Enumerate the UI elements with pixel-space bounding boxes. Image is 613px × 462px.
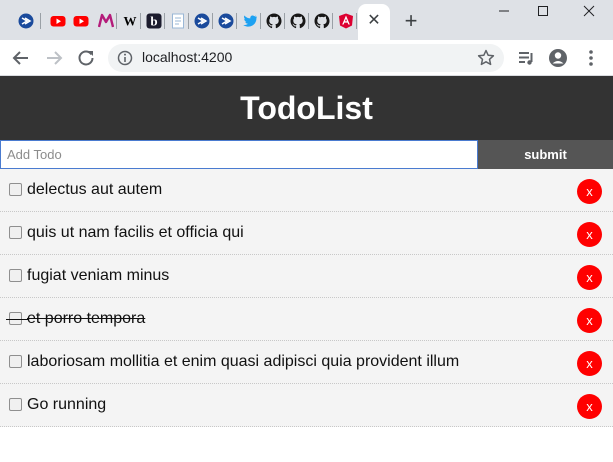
todo-title: quis ut nam facilis et officia qui [27,224,244,241]
page-title: TodoList [240,89,373,126]
tab-separator [40,13,41,29]
todo-title: et porro tempora [27,310,146,327]
delete-todo-button[interactable]: x [577,265,602,290]
delete-todo-button[interactable]: x [577,222,602,247]
chevron-circle-icon[interactable] [217,12,235,30]
tab-separator [356,13,357,29]
media-control-icon[interactable] [515,47,537,69]
todo-checkbox[interactable] [9,183,22,196]
b-logo-icon[interactable]: b [145,12,163,30]
todo-title: fugiat veniam minus [27,267,170,284]
todo-checkbox[interactable] [9,226,22,239]
github-icon[interactable] [265,12,283,30]
todo-title: laboriosam mollitia et enim quasi adipis… [27,353,460,370]
tab-separator [236,13,237,29]
angular-icon[interactable] [337,12,355,30]
tab-separator [140,13,141,29]
chevron-circle-icon[interactable] [17,12,35,30]
tab-separator [260,13,261,29]
new-tab-button[interactable]: + [400,9,422,33]
todo-checkbox[interactable] [9,269,22,282]
add-todo-form: submit [0,140,613,169]
tab-separator [116,13,117,29]
info-icon[interactable] [117,50,133,66]
reload-icon[interactable] [75,47,97,69]
twitter-icon[interactable] [241,12,259,30]
url-text[interactable]: localhost:4200 [142,49,232,65]
delete-todo-button[interactable]: x [577,308,602,333]
tab-separator [188,13,189,29]
todo-item: fugiat veniam minus x [0,255,613,298]
chevron-circle-icon[interactable] [193,12,211,30]
app-header: TodoList [0,76,613,140]
add-todo-input[interactable] [0,140,478,169]
document-icon[interactable] [169,12,187,30]
todo-checkbox[interactable] [9,398,22,411]
profile-avatar-icon[interactable] [547,47,569,69]
minimize-icon[interactable] [486,0,522,22]
todo-list: delectus aut autem x quis ut nam facilis e… [0,169,613,427]
wikipedia-icon[interactable]: W [121,12,139,30]
tab-separator [284,13,285,29]
github-icon[interactable] [313,12,331,30]
youtube-icon[interactable] [72,12,90,30]
delete-todo-button[interactable]: x [577,351,602,376]
tab-separator [164,13,165,29]
svg-text:W: W [124,14,137,29]
tab-separator [212,13,213,29]
close-tab-icon[interactable]: ✕ [366,11,382,31]
github-icon[interactable] [289,12,307,30]
todo-checkbox[interactable] [9,355,22,368]
delete-todo-button[interactable]: x [577,394,602,419]
todo-item: quis ut nam facilis et officia qui x [0,212,613,255]
m-logo-icon[interactable] [97,12,115,30]
todo-title: delectus aut autem [27,181,163,198]
tab-separator [332,13,333,29]
maximize-icon[interactable] [525,0,561,22]
menu-kebab-icon[interactable] [580,47,602,69]
youtube-icon[interactable] [49,12,67,30]
forward-icon[interactable] [43,47,65,69]
delete-todo-button[interactable]: x [577,179,602,204]
submit-button[interactable]: submit [478,140,613,169]
back-icon[interactable] [10,47,32,69]
strike-line [6,319,28,320]
bookmark-star-icon[interactable] [476,48,496,68]
todo-item: Go running x [0,384,613,427]
todo-item: laboriosam mollitia et enim quasi adipis… [0,341,613,384]
tab-separator [308,13,309,29]
todo-item: et porro tempora x [0,298,613,341]
window-close-icon[interactable] [571,0,607,22]
todo-title: Go running [27,396,107,413]
todo-item: delectus aut autem x [0,169,613,212]
svg-text:b: b [150,14,157,29]
